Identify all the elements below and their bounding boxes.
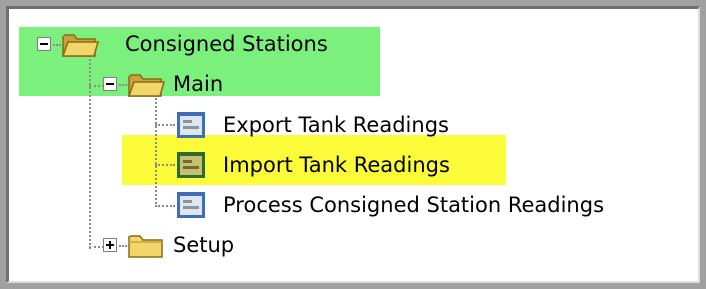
tree-node-consigned-stations[interactable]: Consigned Stations (125, 31, 328, 57)
tree-panel: Consigned Stations Main Export Tank Read… (6, 6, 700, 283)
tree-node-import-tank-readings[interactable]: Import Tank Readings (223, 152, 450, 178)
tree-connector (155, 205, 175, 207)
form-icon (175, 150, 207, 180)
folder-closed-icon (127, 230, 165, 260)
tree-connector (119, 84, 127, 86)
form-icon (175, 190, 207, 220)
tree-node-setup[interactable]: Setup (173, 232, 234, 258)
tree-connector (89, 85, 104, 87)
tree-connector (119, 245, 127, 247)
form-icon (175, 110, 207, 140)
expand-toggle-setup[interactable] (103, 238, 117, 252)
folder-open-icon (127, 69, 165, 99)
collapse-toggle-consigned-stations[interactable] (37, 37, 51, 51)
folder-open-icon (61, 29, 99, 59)
tree-connector (89, 246, 104, 248)
tree-connector (53, 44, 61, 46)
tree-connector (155, 124, 175, 126)
tree-view: Consigned Stations Main Export Tank Read… (9, 9, 698, 281)
tree-connector (89, 59, 91, 249)
tree-node-export-tank-readings[interactable]: Export Tank Readings (223, 112, 449, 138)
collapse-toggle-main[interactable] (103, 77, 117, 91)
tree-connector (155, 164, 175, 166)
tree-node-main[interactable]: Main (173, 71, 223, 97)
tree-connector (155, 95, 157, 207)
tree-panel-frame: Consigned Stations Main Export Tank Read… (0, 0, 706, 289)
tree-node-process-consigned-station-readings[interactable]: Process Consigned Station Readings (223, 192, 604, 218)
